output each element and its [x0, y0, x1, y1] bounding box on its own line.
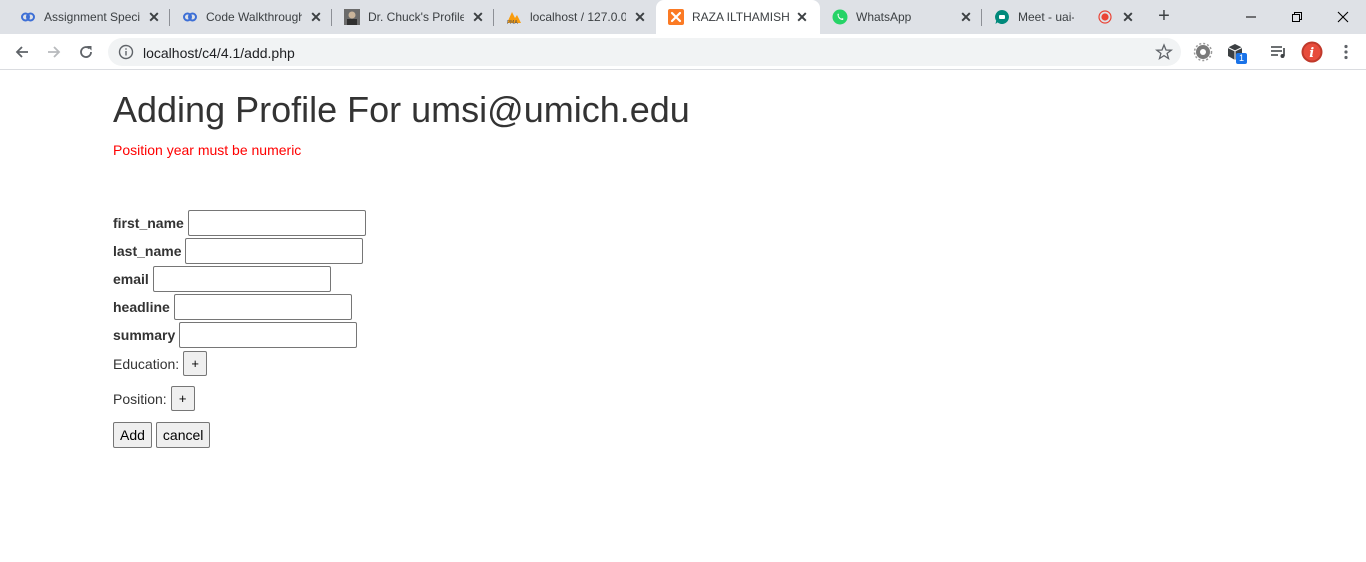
first-name-label: first_name — [113, 215, 184, 231]
reload-icon — [80, 46, 92, 58]
restore-button[interactable] — [1274, 0, 1320, 34]
close-tab-icon[interactable]: ✕ — [470, 9, 486, 25]
url-text[interactable]: localhost/c4/4.1/add.php — [143, 45, 295, 61]
arrow-left-icon — [15, 46, 28, 58]
reload-button[interactable] — [74, 40, 98, 64]
tab-title: localhost / 127.0.0 — [530, 10, 626, 24]
tab-title: Assignment Specif — [44, 10, 140, 24]
svg-text:PMA: PMA — [507, 20, 518, 25]
forward-button[interactable] — [42, 40, 66, 64]
coursera-icon — [183, 12, 197, 22]
extension-box-button[interactable]: 1 — [1225, 42, 1249, 66]
browser-toolbar: localhost/c4/4.1/add.php 1 i — [0, 34, 1366, 70]
media-queue-icon[interactable] — [1269, 42, 1289, 62]
last-name-row: last_name — [113, 238, 364, 264]
extension-badge: 1 — [1236, 53, 1247, 64]
phpmyadmin-icon: PMA — [507, 12, 521, 25]
close-tab-icon[interactable]: ✕ — [308, 9, 324, 25]
tab-raza-ilthamish[interactable]: RAZA ILTHAMISH ✕ — [656, 0, 820, 34]
summary-input[interactable] — [179, 322, 358, 348]
close-tab-icon[interactable]: ✕ — [146, 9, 162, 25]
extension-gear-icon[interactable] — [1193, 42, 1213, 62]
close-window-button[interactable] — [1320, 0, 1366, 34]
back-button[interactable] — [10, 40, 34, 64]
email-label: email — [113, 271, 149, 287]
close-tab-icon[interactable]: ✕ — [958, 9, 974, 25]
form-actions: Add cancel — [113, 422, 211, 448]
position-label: Position: — [113, 390, 167, 407]
error-message: Position year must be numeric — [113, 142, 302, 158]
meet-icon — [995, 10, 1009, 24]
bookmark-star-icon[interactable] — [1155, 43, 1173, 61]
tab-code-walkthrough[interactable]: Code Walkthrough ✕ — [170, 0, 332, 34]
tab-localhost-phpmyadmin[interactable]: PMA localhost / 127.0.0 ✕ — [494, 0, 656, 34]
add-position-button[interactable]: + — [170, 386, 195, 411]
coursera-icon — [21, 12, 35, 22]
minimize-button[interactable] — [1228, 0, 1274, 34]
close-tab-icon[interactable]: ✕ — [794, 9, 810, 25]
education-row: Education: + — [113, 351, 208, 376]
profile-avatar-icon[interactable]: i — [1301, 41, 1323, 63]
tab-dr-chuck-profile[interactable]: Dr. Chuck's Profile ✕ — [332, 0, 494, 34]
last-name-label: last_name — [113, 243, 182, 259]
minimize-icon — [1246, 16, 1256, 18]
arrow-right-icon — [48, 46, 61, 58]
xampp-icon — [668, 9, 684, 25]
page-title: Adding Profile For umsi@umich.edu — [113, 89, 690, 130]
headline-label: headline — [113, 299, 170, 315]
whatsapp-icon — [832, 9, 848, 25]
add-education-button[interactable]: + — [183, 351, 208, 376]
tab-title: Code Walkthrough — [206, 10, 302, 24]
tab-title: WhatsApp — [856, 10, 912, 24]
tab-title: RAZA ILTHAMISH — [692, 10, 790, 24]
address-bar[interactable]: localhost/c4/4.1/add.php — [108, 38, 1181, 66]
first-name-row: first_name — [113, 210, 366, 236]
new-tab-button[interactable]: + — [1152, 5, 1176, 29]
first-name-input[interactable] — [187, 210, 366, 236]
info-icon[interactable] — [118, 44, 134, 60]
position-row: Position: + — [113, 386, 195, 411]
headline-row: headline — [113, 294, 352, 320]
restore-icon — [1292, 12, 1302, 22]
add-button[interactable]: Add — [113, 422, 152, 448]
summary-label: summary — [113, 327, 176, 343]
close-tab-icon[interactable]: ✕ — [1120, 9, 1136, 25]
cancel-button[interactable]: cancel — [155, 422, 211, 448]
tab-title: Dr. Chuck's Profile — [368, 10, 464, 24]
close-tab-icon[interactable]: ✕ — [632, 9, 648, 25]
summary-row: summary — [113, 322, 358, 348]
svg-text:i: i — [1309, 46, 1314, 61]
headline-input[interactable] — [173, 294, 352, 320]
email-input[interactable] — [152, 266, 331, 292]
last-name-input[interactable] — [185, 238, 364, 264]
education-label: Education: — [113, 355, 180, 372]
recording-icon — [1098, 10, 1112, 24]
tab-meet[interactable]: Meet - uai-nrc ✕ — [982, 0, 1144, 34]
tab-whatsapp[interactable]: WhatsApp ✕ — [820, 0, 982, 34]
close-icon — [1337, 11, 1349, 23]
tab-assignment-spec[interactable]: Assignment Specif ✕ — [8, 0, 170, 34]
tab-title: Meet - uai-nrc — [1018, 10, 1074, 24]
more-menu-icon[interactable] — [1336, 42, 1356, 62]
tab-strip: Assignment Specif ✕ Code Walkthrough ✕ D… — [0, 0, 1366, 34]
email-row: email — [113, 266, 331, 292]
profile-photo-icon — [344, 9, 360, 25]
